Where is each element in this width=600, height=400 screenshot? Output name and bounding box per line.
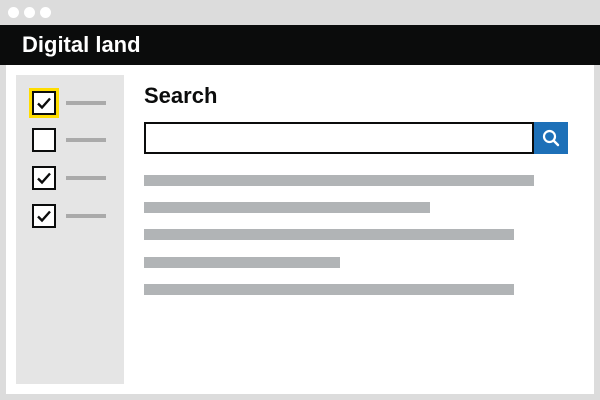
site-title[interactable]: Digital land — [22, 32, 141, 58]
checkmark-icon — [37, 97, 51, 110]
filter-sidebar — [16, 75, 124, 384]
result-placeholder-line — [144, 175, 534, 186]
filter-item[interactable] — [32, 128, 112, 156]
filter-label-placeholder — [66, 138, 106, 142]
search-input[interactable] — [144, 122, 534, 154]
browser-window: Digital land Search — [0, 0, 600, 400]
search-heading: Search — [144, 83, 218, 108]
page-content: Search — [6, 65, 594, 394]
window-title-bar — [0, 0, 600, 25]
result-placeholder-line — [144, 229, 514, 240]
result-placeholder-line — [144, 257, 340, 268]
result-placeholder-line — [144, 202, 430, 213]
filter-checkbox[interactable] — [32, 166, 56, 190]
window-dot-icon — [40, 7, 51, 18]
site-header: Digital land — [0, 25, 600, 65]
filter-item[interactable] — [32, 166, 112, 194]
filter-item[interactable] — [29, 88, 112, 119]
search-icon — [542, 129, 560, 147]
search-button[interactable] — [534, 122, 568, 154]
filter-checkbox[interactable] — [32, 204, 56, 228]
window-dot-icon — [24, 7, 35, 18]
result-placeholder-line — [144, 284, 514, 295]
filter-label-placeholder — [66, 176, 106, 180]
filter-checkbox[interactable] — [32, 128, 56, 152]
window-dot-icon — [8, 7, 19, 18]
checkmark-icon — [37, 172, 51, 185]
filter-label-placeholder — [66, 214, 106, 218]
checkmark-icon — [37, 210, 51, 223]
filter-label-placeholder — [66, 101, 106, 105]
filter-item[interactable] — [32, 204, 112, 232]
filter-checkbox[interactable] — [29, 88, 59, 118]
